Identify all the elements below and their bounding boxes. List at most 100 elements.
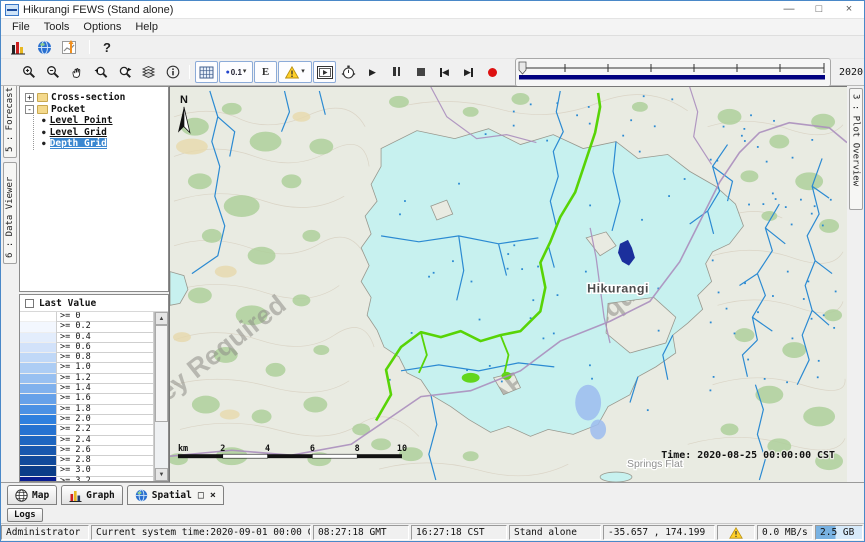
close-button[interactable]: × (834, 1, 864, 18)
tab-forecast[interactable]: 5 : Forecast (3, 86, 17, 158)
map-time-label: Time: 2020-08-25 00:00:00 CST (661, 449, 835, 461)
pan-button[interactable] (65, 61, 88, 83)
legend-color-swatch (20, 415, 56, 425)
last-value-checkbox[interactable] (25, 299, 34, 308)
status-warning-cell[interactable] (717, 525, 755, 540)
legend-body: >= 0>= 0.2>= 0.4>= 0.6>= 0.8>= 1.0>= 1.2… (20, 312, 168, 481)
tree-node-label[interactable]: Level Grid (50, 127, 107, 138)
time-slider[interactable] (515, 58, 831, 87)
scale-tick-label: 2 (220, 443, 225, 453)
database-button[interactable] (7, 38, 29, 57)
tab-data-viewer[interactable]: 6 : Data Viewer (3, 162, 17, 264)
main-area: 5 : Forecast 6 : Data Viewer + Cross-sec… (1, 86, 864, 482)
layer-tree: + Cross-section - Pocket ● Level Point ● (19, 86, 169, 292)
play-button[interactable]: ▶ (361, 61, 384, 83)
record-button[interactable] (481, 61, 504, 83)
record-icon (488, 68, 497, 77)
tree-node-level-point[interactable]: ● Level Point (34, 115, 168, 127)
zoom-out-button[interactable] (41, 61, 64, 83)
globe-icon (37, 40, 52, 55)
info-button[interactable] (161, 61, 184, 83)
time-slider-thumb[interactable] (519, 62, 526, 74)
tree-node-label[interactable]: Level Point (50, 115, 113, 126)
layers-icon (141, 65, 156, 79)
go-to-end-button[interactable]: ▶ (457, 61, 480, 83)
map-display-button[interactable] (33, 38, 55, 57)
chevron-down-icon: ▾ (243, 69, 247, 75)
step-forward-icon: ▶ (464, 67, 471, 78)
tab-map[interactable]: Map (7, 485, 57, 505)
menu-item-help[interactable]: Help (128, 21, 165, 33)
legend-scrollbar[interactable]: ▲ ▼ (154, 312, 168, 481)
timer-settings-button[interactable] (337, 61, 360, 83)
right-tab-strip: 3 : Plot Overview (847, 86, 864, 482)
tab-spatial[interactable]: Spatial □ × (127, 485, 224, 505)
expand-icon[interactable]: + (25, 93, 34, 102)
zoom-previous-button[interactable] (89, 61, 112, 83)
scroll-track[interactable] (155, 325, 168, 468)
minimize-button[interactable]: — (774, 1, 804, 18)
leaf-bullet-icon: ● (42, 129, 46, 136)
animation-button[interactable] (313, 61, 336, 83)
rating-curve-button[interactable] (59, 38, 81, 57)
chart-arrow-icon (62, 40, 78, 55)
time-slider-track (517, 60, 829, 80)
collapse-icon[interactable]: - (25, 105, 34, 114)
tree-children: ● Level Point ● Level Grid ● Depth Grid (33, 115, 168, 150)
globe-icon (135, 489, 148, 502)
logs-button[interactable]: Logs (7, 508, 43, 522)
scroll-down-icon[interactable]: ▼ (155, 468, 168, 481)
stop-button[interactable] (409, 61, 432, 83)
folder-icon (37, 105, 48, 114)
zoom-in-icon (22, 65, 36, 79)
status-download-rate: 0.0 MB/s (757, 525, 813, 540)
zoom-out-icon (46, 65, 60, 79)
legend-color-swatch (20, 384, 56, 394)
menu-item-file[interactable]: File (5, 21, 37, 33)
zoom-previous-icon (94, 65, 108, 79)
main-toolbar: ? (1, 36, 864, 58)
tree-node-depth-grid[interactable]: ● Depth Grid (34, 138, 168, 150)
scale-tick-label: 6 (310, 443, 315, 453)
info-icon (166, 65, 180, 79)
scroll-thumb[interactable] (155, 325, 168, 422)
tab-graph[interactable]: Graph (61, 485, 123, 505)
layers-button[interactable] (137, 61, 160, 83)
legend-color-swatch (20, 343, 56, 353)
panel-close-icon[interactable]: × (210, 490, 216, 501)
contour-interval-dropdown[interactable]: ● 0.1 ▾ (219, 61, 253, 83)
bar-chart-icon (69, 489, 82, 502)
tab-plot-overview[interactable]: 3 : Plot Overview (849, 88, 863, 210)
bar-chart-icon (10, 40, 26, 55)
legend-color-swatch (20, 312, 56, 322)
maximize-button[interactable]: □ (804, 1, 834, 18)
legend-row[interactable]: >= 3.2 (20, 477, 154, 481)
menu-item-tools[interactable]: Tools (37, 21, 77, 33)
grid-display-button[interactable] (195, 61, 218, 83)
tree-node-level-grid[interactable]: ● Level Grid (34, 127, 168, 139)
tree-node-cross-section[interactable]: + Cross-section (20, 92, 168, 104)
contour-dot-icon: ● (226, 69, 230, 76)
legend-toggle-button[interactable]: E (254, 61, 277, 83)
legend-color-swatch (20, 322, 56, 332)
help-button[interactable]: ? (98, 40, 116, 55)
map-canvas[interactable]: API Key Required API Key Required (170, 87, 847, 482)
pause-button[interactable] (385, 61, 408, 83)
thresholds-dropdown[interactable]: ▾ (278, 61, 312, 83)
zoom-next-button[interactable] (113, 61, 136, 83)
tab-map-label: Map (32, 490, 49, 501)
scale-unit-label: km (178, 443, 188, 453)
tree-node-pocket[interactable]: - Pocket (20, 104, 168, 116)
go-to-start-button[interactable]: ◀ (433, 61, 456, 83)
panel-maximize-icon[interactable]: □ (198, 490, 204, 501)
scroll-up-icon[interactable]: ▲ (155, 312, 168, 325)
tree-node-label-selected[interactable]: Depth Grid (50, 138, 107, 149)
tree-node-label[interactable]: Pocket (51, 104, 85, 115)
menu-bar: FileToolsOptionsHelp (1, 19, 864, 36)
zoom-in-button[interactable] (17, 61, 40, 83)
menu-item-options[interactable]: Options (76, 21, 128, 33)
scale-tick-label: 8 (355, 443, 360, 453)
tree-node-label[interactable]: Cross-section (51, 92, 125, 103)
title-bar: Hikurangi FEWS (Stand alone) — □ × (1, 1, 864, 19)
legend-color-swatch (20, 425, 56, 435)
